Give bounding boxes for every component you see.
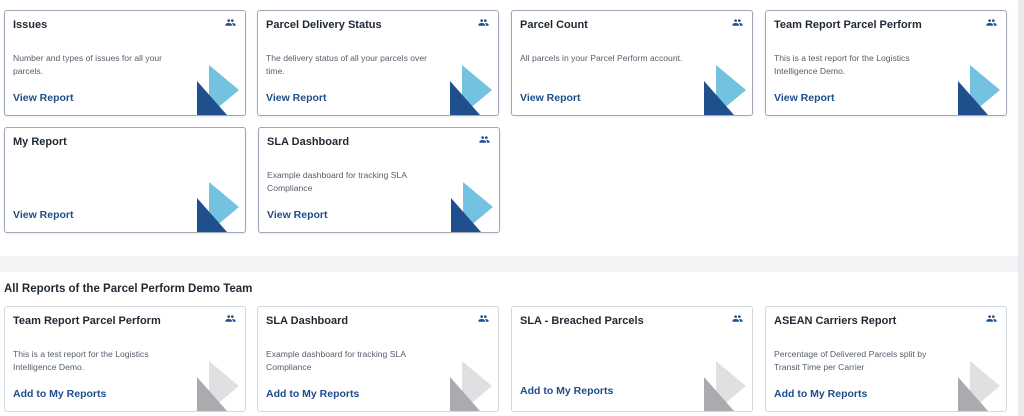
view-report-link[interactable]: View Report (13, 209, 74, 221)
report-card-title: Parcel Delivery Status (266, 19, 382, 31)
team-icon (986, 315, 997, 322)
team-icon (478, 19, 489, 26)
team-icon (225, 19, 236, 26)
report-card-title: Issues (13, 19, 48, 31)
add-to-my-reports-link[interactable]: Add to My Reports (266, 388, 359, 400)
report-card-title: My Report (13, 136, 67, 148)
parcel-perform-logo-icon (450, 65, 492, 115)
view-report-link[interactable]: View Report (266, 92, 327, 104)
parcel-perform-logo-icon (958, 65, 1000, 115)
view-report-link[interactable]: View Report (774, 92, 835, 104)
report-card-parcel-count[interactable]: Parcel Count All parcels in your Parcel … (511, 10, 753, 116)
parcel-perform-logo-icon (451, 182, 493, 232)
team-icon (732, 315, 743, 322)
add-to-my-reports-link[interactable]: Add to My Reports (13, 388, 106, 400)
report-card-title: SLA Dashboard (266, 315, 349, 327)
team-icon (986, 19, 997, 26)
report-card-title: Parcel Count (520, 19, 588, 31)
scrollbar-track[interactable] (1018, 0, 1024, 416)
parcel-perform-logo-icon (450, 361, 492, 411)
report-card-parcel-delivery-status[interactable]: Parcel Delivery Status The delivery stat… (257, 10, 499, 116)
report-card-description: Percentage of Delivered Parcels split by… (774, 349, 927, 372)
report-card-team-report-parcel-perform[interactable]: Team Report Parcel Perform This is a tes… (765, 10, 1007, 116)
parcel-perform-logo-icon (197, 182, 239, 232)
team-icon (225, 315, 236, 322)
report-card-issues[interactable]: Issues Number and types of issues for al… (4, 10, 246, 116)
parcel-perform-logo-icon (704, 361, 746, 411)
report-card-description: The delivery status of all your parcels … (266, 53, 427, 76)
team-reports-heading: All Reports of the Parcel Perform Demo T… (4, 283, 253, 295)
team-report-card-sla-dashboard[interactable]: SLA Dashboard Example dashboard for trac… (257, 306, 499, 412)
report-card-description: Example dashboard for tracking SLA Compl… (267, 170, 407, 193)
team-icon (732, 19, 743, 26)
report-card-sla-dashboard[interactable]: SLA Dashboard Example dashboard for trac… (258, 127, 500, 233)
report-card-my-report[interactable]: My Report View Report (4, 127, 246, 233)
add-to-my-reports-link[interactable]: Add to My Reports (520, 385, 613, 397)
report-card-description: Example dashboard for tracking SLA Compl… (266, 349, 406, 372)
team-report-card-asean-carriers-report[interactable]: ASEAN Carriers Report Percentage of Deli… (765, 306, 1007, 412)
report-card-title: SLA - Breached Parcels (520, 315, 644, 327)
report-card-description: This is a test report for the Logistics … (774, 53, 910, 76)
report-card-title: SLA Dashboard (267, 136, 350, 148)
parcel-perform-logo-icon (197, 361, 239, 411)
view-report-link[interactable]: View Report (267, 209, 328, 221)
report-card-title: Team Report Parcel Perform (13, 315, 161, 327)
add-to-my-reports-link[interactable]: Add to My Reports (774, 388, 867, 400)
report-card-description: Number and types of issues for all your … (13, 53, 163, 76)
view-report-link[interactable]: View Report (13, 92, 74, 104)
team-icon (478, 315, 489, 322)
view-report-link[interactable]: View Report (520, 92, 581, 104)
team-report-card-team-report-parcel-perform[interactable]: Team Report Parcel Perform This is a tes… (4, 306, 246, 412)
report-card-description: This is a test report for the Logistics … (13, 349, 149, 372)
report-card-description: All parcels in your Parcel Perform accou… (520, 53, 683, 63)
parcel-perform-logo-icon (197, 65, 239, 115)
parcel-perform-logo-icon (958, 361, 1000, 411)
team-icon (479, 136, 490, 143)
report-card-title: Team Report Parcel Perform (774, 19, 922, 31)
parcel-perform-logo-icon (704, 65, 746, 115)
report-card-title: ASEAN Carriers Report (774, 315, 897, 327)
team-report-card-sla-breached-parcels[interactable]: SLA - Breached Parcels Add to My Reports (511, 306, 753, 412)
